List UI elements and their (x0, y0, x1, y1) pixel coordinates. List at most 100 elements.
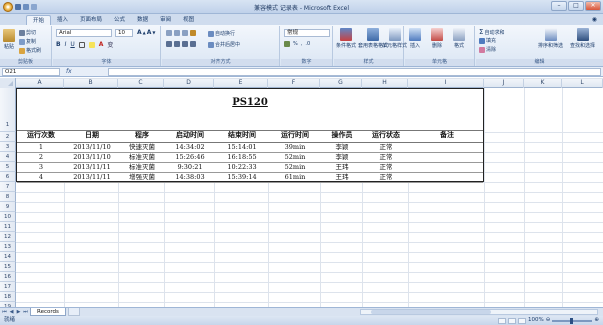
table-cell[interactable]: 正常 (363, 163, 409, 172)
underline-button[interactable]: U (70, 41, 74, 48)
row-header-8[interactable]: 8 (0, 192, 16, 202)
table-cell[interactable]: 52min (269, 163, 321, 172)
horizontal-scroll-thumb[interactable] (371, 310, 491, 314)
table-cell[interactable]: 2013/11/11 (65, 163, 119, 172)
tab-home[interactable]: 开始 (26, 15, 52, 25)
table-cell[interactable]: 王玮 (321, 173, 363, 182)
orientation-icon[interactable] (190, 30, 196, 36)
table-cell[interactable]: 10:22:33 (215, 163, 269, 172)
horizontal-scrollbar[interactable] (360, 309, 598, 315)
row-header-11[interactable]: 11 (0, 222, 16, 232)
name-box[interactable]: O21 (2, 68, 60, 76)
insert-cells-button[interactable]: 插入 (409, 28, 421, 49)
font-color-icon[interactable]: A (99, 41, 104, 48)
column-header-e[interactable]: E (214, 78, 268, 88)
column-title-7[interactable]: 操作员 (321, 129, 363, 142)
autosum-button[interactable]: Σ 自动求和 (479, 28, 504, 36)
normal-view-button[interactable] (498, 317, 507, 324)
tab-view[interactable]: 视图 (177, 15, 200, 25)
table-cell[interactable]: 4 (17, 173, 65, 182)
border-icon[interactable] (78, 41, 85, 48)
find-select-button[interactable]: 查找和选择 (570, 28, 595, 49)
table-cell[interactable]: 正常 (363, 143, 409, 152)
conditional-format-button[interactable]: 条件格式 (336, 28, 356, 49)
row-header-9[interactable]: 9 (0, 202, 16, 212)
table-cell[interactable]: 2013/11/10 (65, 143, 119, 152)
table-cell[interactable]: 16:18:55 (215, 153, 269, 162)
table-cell[interactable] (409, 153, 485, 162)
column-title-2[interactable]: 日期 (65, 129, 119, 142)
indent-icon[interactable] (190, 41, 196, 47)
row-header-13[interactable]: 13 (0, 242, 16, 252)
align-middle-icon[interactable] (174, 30, 180, 36)
bold-button[interactable]: B (56, 41, 61, 48)
zoom-slider[interactable] (552, 317, 593, 324)
column-header-j[interactable]: J (484, 78, 524, 88)
last-sheet-button[interactable]: ⏭ (23, 309, 28, 315)
format-cells-button[interactable]: 格式 (453, 28, 465, 49)
merge-center-button[interactable]: 合并后居中 (208, 41, 240, 48)
row-header-4[interactable]: 4 (0, 152, 16, 162)
tab-page-layout[interactable]: 页面布局 (74, 15, 108, 25)
page-layout-view-button[interactable] (508, 317, 517, 324)
increase-decimal-icon[interactable]: .0 (305, 41, 310, 47)
formula-input[interactable] (108, 68, 601, 76)
table-cell[interactable]: 2 (17, 153, 65, 162)
table-cell[interactable]: 15:14:01 (215, 143, 269, 152)
table-cell[interactable]: 快速灭菌 (119, 143, 165, 152)
column-title-5[interactable]: 结束时间 (215, 129, 269, 142)
fill-color-icon[interactable] (88, 41, 95, 48)
row-header-1[interactable]: 1 (0, 88, 16, 132)
table-cell[interactable]: 39min (269, 143, 321, 152)
row-header-15[interactable]: 15 (0, 262, 16, 272)
percent-icon[interactable]: % (293, 41, 298, 47)
column-title-9[interactable]: 备注 (409, 129, 485, 142)
minimize-button[interactable]: – (551, 1, 567, 11)
phonetic-icon[interactable]: 变 (107, 40, 113, 49)
table-cell[interactable]: 15:26:46 (165, 153, 215, 162)
format-painter-button[interactable]: 格式刷 (19, 47, 41, 54)
fill-button[interactable]: 填充 (479, 37, 496, 44)
table-cell[interactable]: 52min (269, 153, 321, 162)
cell-styles-button[interactable]: 单元格样式 (382, 28, 407, 49)
row-header-17[interactable]: 17 (0, 282, 16, 292)
sheet-tab-records[interactable]: Records (30, 308, 66, 316)
column-header-b[interactable]: B (64, 78, 118, 88)
column-header-k[interactable]: K (524, 78, 562, 88)
font-size-combo[interactable]: 10 (115, 29, 133, 37)
column-header-a[interactable]: A (16, 78, 64, 88)
table-cell[interactable]: 15:39:14 (215, 173, 269, 182)
next-sheet-button[interactable]: ▶ (16, 309, 21, 315)
first-sheet-button[interactable]: ⏮ (2, 309, 7, 315)
close-button[interactable]: ✕ (585, 1, 601, 11)
row-header-5[interactable]: 5 (0, 162, 16, 172)
maximize-button[interactable]: □ (568, 1, 584, 11)
table-cell[interactable] (409, 143, 485, 152)
table-cell[interactable]: 1 (17, 143, 65, 152)
prev-sheet-button[interactable]: ◀ (9, 309, 14, 315)
table-cell[interactable]: 3 (17, 163, 65, 172)
column-header-h[interactable]: H (362, 78, 408, 88)
table-cell[interactable]: 2013/11/10 (65, 153, 119, 162)
row-header-7[interactable]: 7 (0, 182, 16, 192)
tab-formulas[interactable]: 公式 (108, 15, 131, 25)
copy-button[interactable]: 复制 (19, 38, 36, 45)
align-left-icon[interactable] (166, 41, 172, 47)
font-name-combo[interactable]: Arial (56, 29, 112, 37)
table-cell[interactable]: 14:34:02 (165, 143, 215, 152)
cut-button[interactable]: 剪切 (19, 29, 36, 36)
row-header-16[interactable]: 16 (0, 272, 16, 282)
row-header-12[interactable]: 12 (0, 232, 16, 242)
wrap-text-button[interactable]: 自动换行 (208, 30, 235, 37)
column-title-6[interactable]: 运行时间 (269, 129, 321, 142)
column-title-3[interactable]: 程序 (119, 129, 165, 142)
align-bottom-icon[interactable] (182, 30, 188, 36)
tab-review[interactable]: 审阅 (154, 15, 177, 25)
table-cell[interactable]: 9:30:21 (165, 163, 215, 172)
select-all-corner[interactable] (0, 78, 16, 88)
sort-filter-button[interactable]: 排序和筛选 (538, 28, 563, 49)
zoom-out-icon[interactable]: ⊖ (546, 316, 551, 325)
column-header-i[interactable]: I (408, 78, 484, 88)
page-break-view-button[interactable] (518, 317, 527, 324)
zoom-in-icon[interactable]: ⊕ (594, 316, 599, 325)
